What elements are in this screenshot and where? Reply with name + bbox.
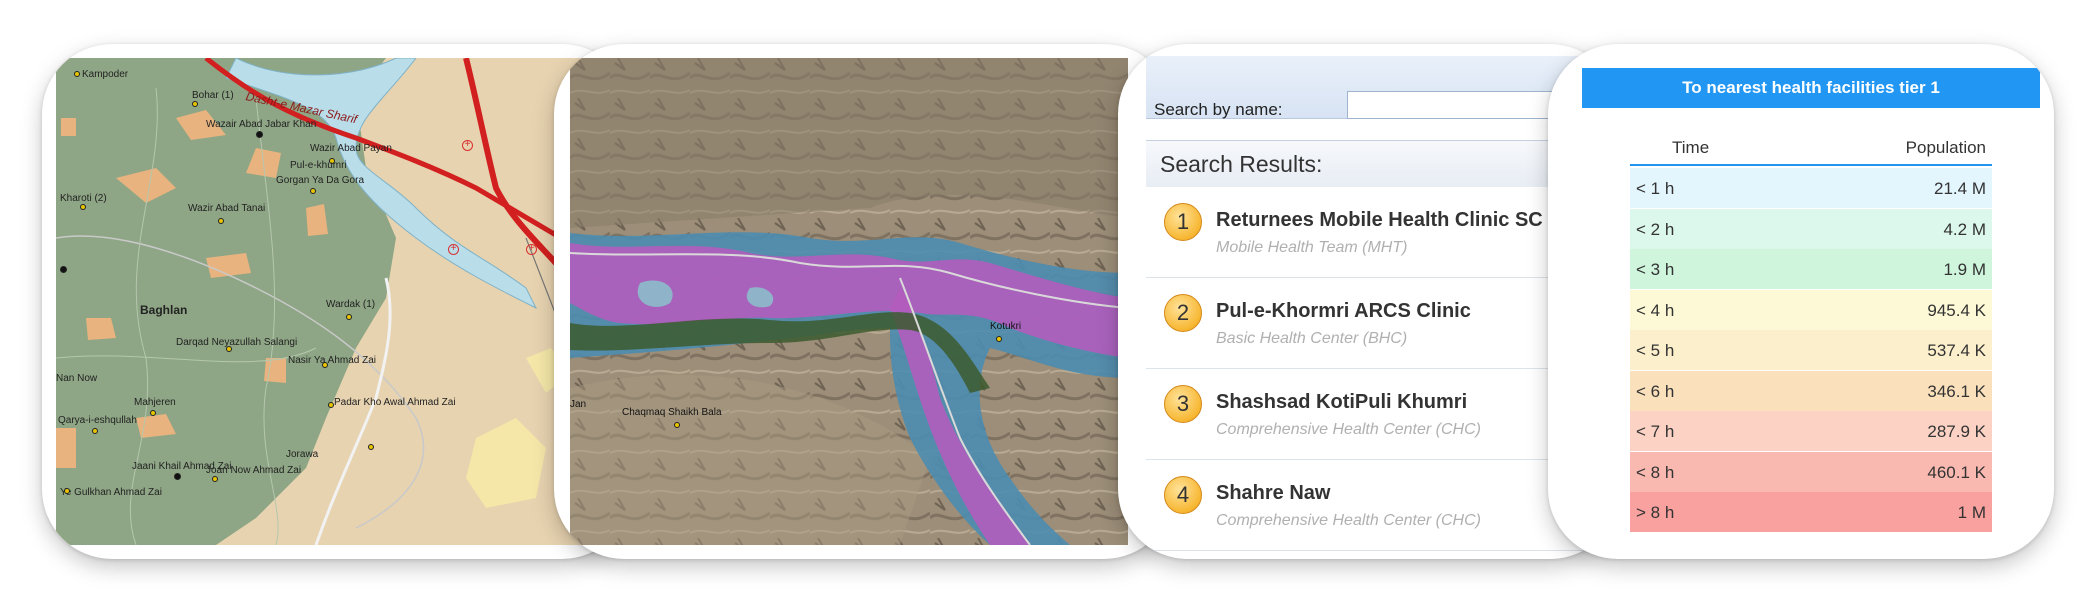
result-title: Returnees Mobile Health Clinic SC [1216,209,1543,231]
result-number-badge: 3 [1164,385,1202,423]
population-cell: 4.2 M [1943,219,1986,239]
result-title: Pul-e-Khormri ARCS Clinic [1216,300,1471,322]
result-subtitle: Mobile Health Team (MHT) [1216,239,1408,256]
hospital-icon: + [462,140,473,151]
place-label: Qarya-i-eshqullah [58,415,137,426]
column-header-population: Population [1905,138,1986,157]
place-marker [310,188,316,194]
result-subtitle: Basic Health Center (BHC) [1216,330,1408,347]
result-subtitle: Comprehensive Health Center (CHC) [1216,512,1481,529]
hospital-icon: + [526,244,537,255]
population-cell: 945.4 K [1927,300,1986,320]
access-table-header: Time Population [1630,138,1992,166]
time-cell: < 8 h [1636,462,1675,482]
time-cell: < 7 h [1636,422,1675,441]
place-marker [74,71,80,77]
population-cell: 346.1 K [1927,381,1986,401]
place-marker [192,101,198,107]
result-title: Shahre Naw [1216,482,1331,504]
place-marker [92,428,98,434]
place-label: Bohar (1) [192,90,234,101]
population-cell: 21.4 M [1934,179,1986,198]
time-cell: < 1 h [1636,179,1675,198]
result-number-badge: 1 [1164,203,1202,241]
time-cell: < 4 h [1636,300,1675,320]
time-cell: < 2 h [1636,219,1675,239]
place-marker [174,473,181,480]
place-marker [64,488,70,494]
place-label: Chaqmaq Shaikh Bala [622,407,722,418]
table-row: < 3 h 1.9 M [1630,249,1992,289]
table-row: < 8 h 460.1 K [1630,451,1992,492]
search-results-title: Search Results: [1160,151,1323,177]
access-table-panel: To nearest health facilities tier 1 Time… [1582,68,2040,538]
table-row: < 6 h 346.1 K [1630,370,1992,411]
time-cell: < 5 h [1636,341,1675,360]
topographic-map[interactable]: + + + + Dasht-e Mazar Sharif Baghlan Kam… [56,58,612,545]
place-marker [80,204,86,210]
satellite-map-graphic [570,58,1128,545]
population-cell: 1 M [1957,503,1986,522]
place-label: Mahjeren [134,397,176,408]
population-cell: 537.4 K [1927,341,1986,360]
table-row: > 8 h 1 M [1630,492,1992,532]
time-cell: < 3 h [1636,260,1675,279]
place-marker [346,314,352,320]
place-label: Wazir Abad Tanai [188,203,266,214]
population-cell: 287.9 K [1927,422,1986,441]
place-label: Nasir Ya Ahmad Zai [288,355,377,366]
place-marker [150,410,156,416]
place-label: Kharoti (2) [60,193,107,204]
table-row: < 4 h 945.4 K [1630,289,1992,330]
access-table-title: To nearest health facilities tier 1 [1582,68,2040,108]
place-label: Pul-e-khumri [290,160,347,171]
region-label: Baghlan [140,303,188,317]
place-label: Darqad Neyazullah Salangi [176,337,298,348]
satellite-map[interactable]: Kotukri Chaqmaq Shaikh Bala Jan [570,58,1128,545]
table-row: < 1 h 21.4 M [1630,168,1992,208]
search-label: Search by name: [1154,100,1283,119]
place-label: Jorawa [286,449,319,460]
place-marker [218,218,224,224]
place-marker [256,131,263,138]
map-card-satellite: Kotukri Chaqmaq Shaikh Bala Jan [554,44,1174,559]
table-row: < 5 h 537.4 K [1630,330,1992,370]
place-marker [60,266,67,273]
map-card-topographic: + + + + Dasht-e Mazar Sharif Baghlan Kam… [42,44,632,559]
search-panel-card: Search by name: Search Results: 1 Return… [1118,44,1620,559]
population-cell: 460.1 K [1927,462,1986,482]
place-label: Padar Kho Awal Ahmad Zai [334,397,456,408]
place-label: Wardak (1) [326,299,376,310]
population-cell: 1.9 M [1943,260,1986,279]
place-label: Kampoder [82,69,129,80]
place-marker [674,422,680,428]
place-marker [368,444,374,450]
place-marker [212,476,218,482]
place-label: Jan [570,399,587,410]
place-marker [996,336,1002,342]
table-row: < 7 h 287.9 K [1630,411,1992,451]
result-number-badge: 4 [1164,476,1202,514]
result-number-badge: 2 [1164,294,1202,332]
time-cell: < 6 h [1636,381,1675,401]
place-label: Joan Now Ahmad Zai [206,465,302,476]
result-subtitle: Comprehensive Health Center (CHC) [1216,421,1481,438]
place-label: Wazair Abad Jabar Khan [206,119,317,130]
table-row: < 2 h 4.2 M [1630,208,1992,249]
place-label: Nan Now [56,373,98,384]
place-label: Kotukri [990,321,1022,332]
time-cell: > 8 h [1636,503,1675,522]
hospital-icon: + [448,244,459,255]
result-title: Shashsad KotiPuli Khumri [1216,391,1468,413]
column-header-time: Time [1672,138,1710,157]
place-label: Ye Gulkhan Ahmad Zai [60,487,162,498]
place-label: Gorgan Ya Da Gora [276,175,365,186]
access-table-card: To nearest health facilities tier 1 Time… [1548,44,2054,559]
place-label: Wazir Abad Payan [310,143,392,154]
